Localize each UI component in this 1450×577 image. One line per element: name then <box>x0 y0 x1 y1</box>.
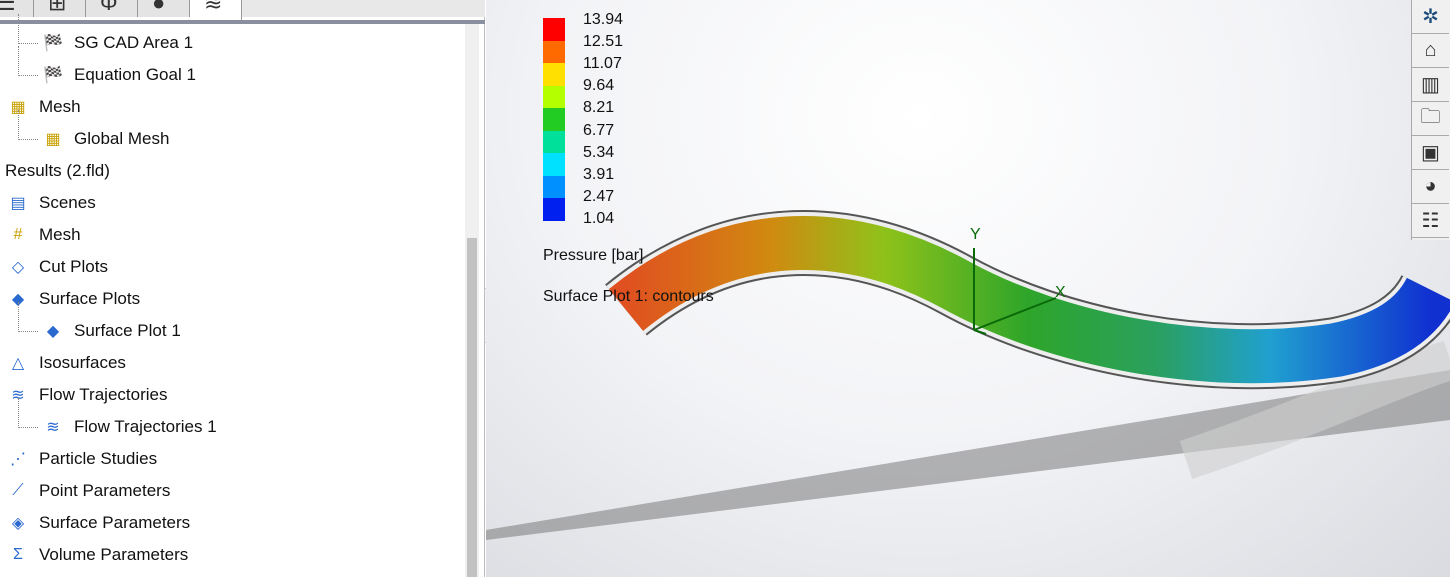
tree-item-label: Equation Goal 1 <box>74 65 196 84</box>
legend-band <box>543 153 565 176</box>
tree-item-label: Global Mesh <box>74 129 170 148</box>
tree-item-label: Volume Parameters <box>39 545 189 564</box>
goal-flag-icon: 🏁 <box>43 35 63 52</box>
tree-item-label: Scenes <box>39 193 96 212</box>
legend-quantity: Pressure [bar] <box>543 247 644 264</box>
legend-value: 11.07 <box>583 55 622 73</box>
tree-connector <box>18 302 38 332</box>
y-axis-label: Y <box>970 226 981 243</box>
legend-band <box>543 85 565 108</box>
tree-item[interactable]: Results (2.fld) <box>5 156 110 186</box>
tree-item-label: Flow Trajectories 1 <box>74 417 217 436</box>
resources-icon[interactable]: ▥ <box>1412 68 1449 102</box>
legend-value: 5.34 <box>583 143 615 161</box>
legend-value: 3.91 <box>583 165 615 183</box>
configuration-icon: Φ <box>100 0 118 15</box>
feature-tree-icon: ☰ <box>0 0 16 16</box>
property-manager-icon: ⊞ <box>48 0 67 15</box>
scrollbar-thumb[interactable] <box>467 238 477 577</box>
home-icon[interactable]: ⌂ <box>1412 34 1449 68</box>
tree-item-label: Surface Parameters <box>39 513 191 532</box>
tree-item-label: Surface Plots <box>39 289 141 308</box>
tree-item[interactable]: ⟋ Point Parameters <box>5 476 170 506</box>
equation-goal-icon: 🏁 <box>43 67 63 84</box>
tab-configuration[interactable]: Φ <box>86 0 138 17</box>
view-cube-icon[interactable]: ✲ <box>1412 0 1449 34</box>
point-parameters-icon: ⟋ <box>12 482 24 499</box>
legend-band <box>543 18 565 41</box>
tree-item-label: Cut Plots <box>39 257 108 276</box>
tree-item[interactable]: ◆ Surface Plot 1 <box>40 316 181 346</box>
custom-properties-icon[interactable]: ☷ <box>1412 204 1449 238</box>
plot-name: Surface Plot 1: contours <box>543 288 714 305</box>
legend-value: 1.04 <box>583 209 615 227</box>
tree-item[interactable]: ◇ Cut Plots <box>5 252 108 282</box>
legend-value: 12.51 <box>583 33 624 51</box>
manager-tabs: ☰ ⊞ Φ ● ≋ <box>0 0 485 20</box>
panel-splitter[interactable] <box>0 20 485 24</box>
cut-plot-icon: ◇ <box>11 259 25 276</box>
flow-simulation-tree-panel: ☰⊞Φ●≋ 🏁SG CAD Area 1🏁Equation Goal 1▦Mes… <box>0 0 485 577</box>
legend-value: 9.64 <box>583 77 615 95</box>
tab-property-manager[interactable]: ⊞ <box>34 0 86 17</box>
tree-item[interactable]: △ Isosurfaces <box>5 348 126 378</box>
tree-item[interactable]: ◈ Surface Parameters <box>5 508 190 538</box>
tree-item-label: Particle Studies <box>39 449 158 468</box>
particle-studies-icon: ⋰ <box>10 451 26 468</box>
tree-connector <box>18 110 38 140</box>
legend-band <box>543 175 565 198</box>
legend-band <box>543 198 565 221</box>
tree-item[interactable]: # Mesh <box>5 220 81 250</box>
tree-connector <box>18 14 38 44</box>
legend-value: 2.47 <box>583 187 615 205</box>
pipe-surface-plot <box>608 216 1450 384</box>
display-manager-icon: ● <box>152 0 166 15</box>
tree-item-label: Point Parameters <box>39 481 171 500</box>
tree-item[interactable]: 🏁 Equation Goal 1 <box>40 60 196 90</box>
tree-item-label: Flow Trajectories <box>39 385 168 404</box>
isosurface-icon: △ <box>11 355 25 372</box>
legend-band <box>543 40 565 63</box>
tree-item[interactable]: Σ Volume Parameters <box>5 540 188 570</box>
legend-value: 8.21 <box>583 99 615 117</box>
tree-item-label: Isosurfaces <box>39 353 126 372</box>
tree-item-label: Surface Plot 1 <box>74 321 181 340</box>
flow-trajectories-icon: ≋ <box>46 419 60 436</box>
tree-item-label: Mesh <box>39 225 81 244</box>
tree-connector <box>18 46 38 76</box>
tree-item[interactable]: ▦ Mesh <box>5 92 81 122</box>
legend-band <box>543 63 565 86</box>
legend-band <box>543 108 565 131</box>
surface-plot-icon: ◆ <box>46 323 60 340</box>
legend-value: 6.77 <box>583 121 615 139</box>
tree-item-label: Results (2.fld) <box>5 161 110 180</box>
tree-item[interactable]: ▤ Scenes <box>5 188 96 218</box>
tab-display-manager[interactable]: ● <box>138 0 190 17</box>
view-palette-icon[interactable]: ▣ <box>1412 136 1449 170</box>
file-explorer-icon[interactable]: 🗀 <box>1412 102 1449 136</box>
flow-simulation-icon: ≋ <box>204 0 223 15</box>
x-axis-label: X <box>1055 284 1066 301</box>
scenes-icon: ▤ <box>10 195 26 212</box>
tree-item-label: SG CAD Area 1 <box>74 33 194 52</box>
tree-item[interactable]: ▦ Global Mesh <box>40 124 169 154</box>
legend-band <box>543 130 565 153</box>
global-mesh-icon: ▦ <box>45 131 61 148</box>
tab-flow-simulation[interactable]: ≋ <box>190 0 242 20</box>
legend-value: 13.94 <box>583 11 624 28</box>
tree-item[interactable]: ⋰ Particle Studies <box>5 444 157 474</box>
graphics-viewport[interactable]: Y X 13.94 12.51 11.07 9.64 8.21 6.77 5.34 3.91 2… <box>486 0 1450 577</box>
appearances-icon[interactable]: ◕ <box>1412 170 1449 204</box>
surface-parameters-icon: ◈ <box>11 515 25 532</box>
volume-parameters-icon: Σ <box>13 546 23 563</box>
task-pane-toolbar: ✲ ⌂ ▥ 🗀 ▣ ◕ ☷ <box>1411 0 1450 240</box>
tree-connector <box>18 398 38 428</box>
results-mesh-icon: # <box>13 226 23 243</box>
tree-item-label: Mesh <box>39 97 81 116</box>
tree-item[interactable]: ≋ Flow Trajectories 1 <box>40 412 217 442</box>
tree-item[interactable]: 🏁 SG CAD Area 1 <box>40 28 193 58</box>
